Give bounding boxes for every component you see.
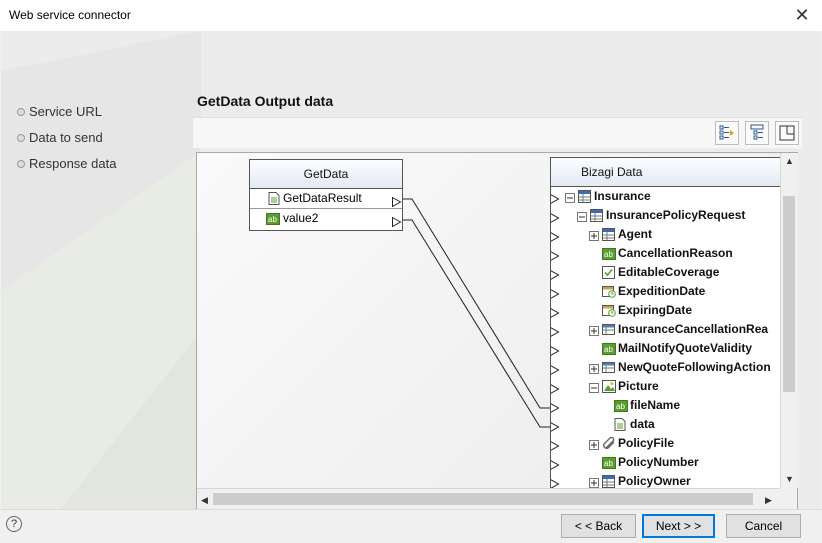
- input-port-icon[interactable]: [551, 476, 560, 488]
- window-title: Web service connector: [9, 8, 131, 22]
- target-tree-label: PolicyFile: [618, 436, 675, 450]
- expand-icon[interactable]: [589, 476, 600, 488]
- scroll-corner: [780, 488, 797, 509]
- target-tree-label: CancellationReason: [618, 246, 733, 260]
- target-tree-label: PolicyOwner: [618, 474, 691, 488]
- target-tree-item[interactable]: ab MailNotifyQuoteValidity: [551, 339, 780, 358]
- target-tree-item[interactable]: NewQuoteFollowingAction: [551, 358, 780, 377]
- target-schema-title: Bizagi Data: [551, 158, 780, 187]
- target-tree-item[interactable]: ExpeditionDate: [551, 282, 780, 301]
- target-tree-item[interactable]: PolicyOwner: [551, 472, 780, 488]
- svg-text:ab: ab: [604, 345, 613, 354]
- source-schema-box: GetData GetDataResult ab value2: [249, 159, 403, 231]
- scroll-right-icon[interactable]: ▶: [765, 495, 772, 505]
- mapping-canvas: GetData GetDataResult ab value2 Bizagi Dat…: [197, 153, 780, 488]
- page-title: GetData Output data: [197, 93, 334, 109]
- cancel-button[interactable]: Cancel: [726, 514, 801, 538]
- output-port-icon[interactable]: [392, 214, 402, 233]
- help-icon[interactable]: ?: [6, 516, 22, 532]
- wizard-step-label: Response data: [29, 156, 117, 171]
- target-tree-label: InsuranceCancellationRea: [618, 322, 769, 336]
- target-tree-item[interactable]: InsuranceCancellationRea: [551, 320, 780, 339]
- source-field-label: GetDataResult: [283, 191, 362, 205]
- dialog-body: Service URL Data to send Response data Get…: [1, 31, 821, 509]
- mapping-toolbar: [193, 117, 802, 148]
- string-attribute-icon: ab: [266, 212, 280, 231]
- step-bullet-icon: [17, 108, 25, 116]
- map-left-icon[interactable]: [715, 121, 739, 145]
- target-tree-label: PolicyNumber: [618, 455, 699, 469]
- entity-icon: [602, 475, 615, 488]
- target-tree-label: Insurance: [594, 189, 651, 203]
- scroll-down-icon[interactable]: ▼: [785, 474, 794, 484]
- target-tree-label: fileName: [630, 398, 681, 412]
- svg-text:ab: ab: [268, 215, 277, 224]
- target-tree-item[interactable]: Picture: [551, 377, 780, 396]
- target-tree-item[interactable]: data: [551, 415, 780, 434]
- target-tree-item[interactable]: ExpiringDate: [551, 301, 780, 320]
- target-tree-label: Agent: [618, 227, 652, 241]
- target-tree-label: data: [630, 417, 655, 431]
- horizontal-scroll-thumb[interactable]: [213, 493, 753, 505]
- close-icon[interactable]: ✕: [790, 3, 814, 27]
- target-tree-item[interactable]: ab fileName: [551, 396, 780, 415]
- target-tree-item[interactable]: EditableCoverage: [551, 263, 780, 282]
- svg-text:ab: ab: [616, 402, 625, 411]
- mapping-link-value2: [402, 219, 550, 428]
- target-tree-label: EditableCoverage: [618, 265, 720, 279]
- source-field-value2[interactable]: ab value2: [250, 209, 402, 228]
- vertical-scrollbar[interactable]: ▲ ▼: [780, 153, 798, 488]
- data-mapper: GetData GetDataResult ab value2 Bizagi Dat…: [196, 152, 798, 509]
- next-button[interactable]: Next > >: [642, 514, 715, 538]
- target-tree-label: ExpiringDate: [618, 303, 693, 317]
- target-tree-item[interactable]: InsurancePolicyRequest: [551, 206, 780, 225]
- button-bar: ? < < Back Next > > Cancel: [0, 509, 822, 543]
- svg-text:ab: ab: [604, 459, 613, 468]
- scroll-left-icon[interactable]: ◀: [201, 495, 208, 505]
- target-tree-item[interactable]: PolicyFile: [551, 434, 780, 453]
- step-bullet-icon: [17, 160, 25, 168]
- target-tree-label: InsurancePolicyRequest: [606, 208, 746, 222]
- map-right-icon[interactable]: [745, 121, 769, 145]
- mapping-link-getdataresult: [402, 198, 550, 409]
- step-bullet-icon: [17, 134, 25, 142]
- target-tree-item[interactable]: ab PolicyNumber: [551, 453, 780, 472]
- scroll-up-icon[interactable]: ▲: [785, 156, 794, 166]
- vertical-scroll-thumb[interactable]: [783, 196, 795, 392]
- target-tree-item[interactable]: ab CancellationReason: [551, 244, 780, 263]
- source-schema-title: GetData: [250, 160, 402, 189]
- source-field-label: value2: [283, 211, 319, 225]
- target-tree-item[interactable]: Agent: [551, 225, 780, 244]
- source-field-getdataresult[interactable]: GetDataResult: [250, 189, 402, 209]
- title-bar: Web service connector ✕: [0, 0, 822, 31]
- target-tree-label: MailNotifyQuoteValidity: [618, 341, 753, 355]
- wizard-step-label: Service URL: [29, 104, 102, 119]
- target-tree-label: ExpeditionDate: [618, 284, 706, 298]
- target-schema-box: Bizagi Data Insurance InsurancePolicyRequ…: [550, 157, 780, 488]
- layout-icon[interactable]: [775, 121, 799, 145]
- target-tree-label: NewQuoteFollowingAction: [618, 360, 771, 374]
- horizontal-scrollbar[interactable]: ◀ ▶: [197, 488, 780, 509]
- back-button[interactable]: < < Back: [561, 514, 636, 538]
- svg-text:ab: ab: [604, 250, 613, 259]
- wizard-step-label: Data to send: [29, 130, 103, 145]
- target-tree-label: Picture: [618, 379, 659, 393]
- target-tree-item[interactable]: Insurance: [551, 187, 780, 206]
